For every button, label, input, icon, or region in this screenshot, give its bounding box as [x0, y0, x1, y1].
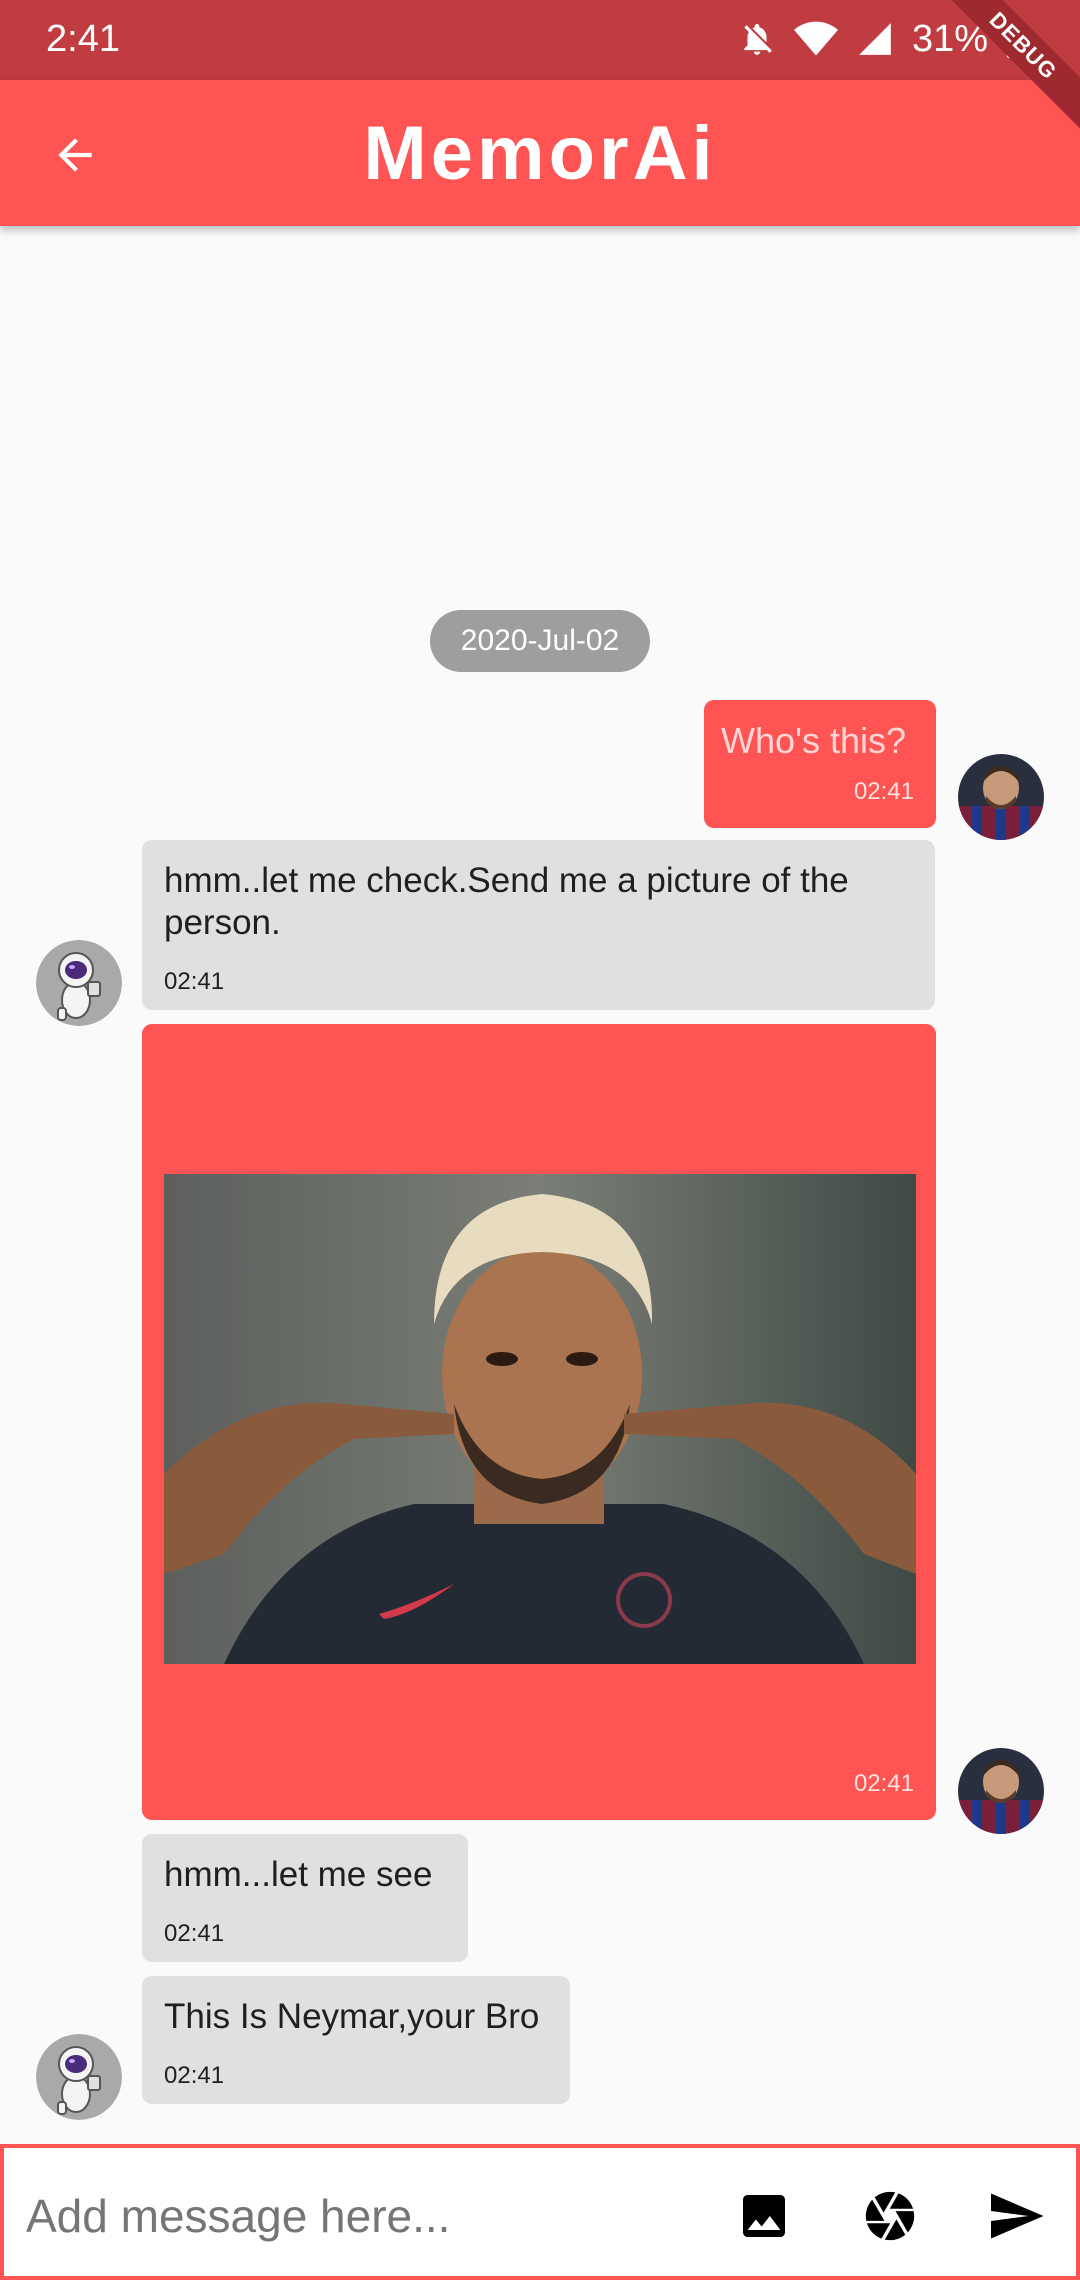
app-title: MemorAi — [363, 111, 717, 196]
image-icon — [743, 2195, 785, 2237]
bot-avatar — [36, 2034, 122, 2120]
camera-button[interactable] — [852, 2178, 928, 2254]
user-avatar — [958, 754, 1044, 840]
bot-avatar — [36, 940, 122, 1026]
message-time: 02:41 — [164, 1920, 225, 1947]
status-bar: 2:41 31% DEBUG — [0, 0, 1080, 141]
message-input[interactable] — [26, 2176, 686, 2256]
message-time: 02:41 — [853, 778, 914, 805]
message-time: 02:41 — [164, 2062, 225, 2089]
message-time: 02:41 — [164, 968, 225, 995]
gallery-button[interactable] — [726, 2178, 802, 2254]
notifications-off-icon — [738, 20, 776, 58]
status-time: 2:41 — [46, 18, 120, 60]
message-text: This Is Neymar,your Bro — [164, 1997, 540, 2036]
camera-shutter-icon — [865, 2191, 915, 2241]
chat-list[interactable]: 2020-Jul-02 Who's this? 02:41 hmm..let m… — [0, 226, 1080, 2144]
message-time: 02:41 — [853, 1770, 914, 1797]
user-avatar — [958, 1748, 1044, 1834]
user-message-bubble[interactable]: Who's this? 02:41 — [704, 700, 936, 828]
send-icon — [991, 2193, 1044, 2239]
message-text: Who's this? — [721, 720, 906, 761]
message-input-bar — [0, 2144, 1080, 2280]
bot-message-bubble[interactable]: hmm..let me check.Send me a picture of t… — [142, 840, 935, 1010]
bot-message-bubble[interactable]: This Is Neymar,your Bro 02:41 — [142, 1976, 570, 2104]
message-text: hmm..let me check.Send me a picture of t… — [164, 861, 849, 942]
message-photo[interactable] — [164, 1174, 916, 1664]
bot-message-bubble[interactable]: hmm...let me see 02:41 — [142, 1834, 468, 1962]
wifi-icon — [793, 20, 838, 58]
message-text: hmm...let me see — [164, 1855, 433, 1894]
send-button[interactable] — [978, 2178, 1054, 2254]
date-separator: 2020-Jul-02 — [430, 610, 650, 672]
signal-icon — [856, 20, 894, 58]
app-bar: MemorAi — [0, 80, 1080, 226]
user-image-message[interactable]: 02:41 — [142, 1024, 936, 1820]
